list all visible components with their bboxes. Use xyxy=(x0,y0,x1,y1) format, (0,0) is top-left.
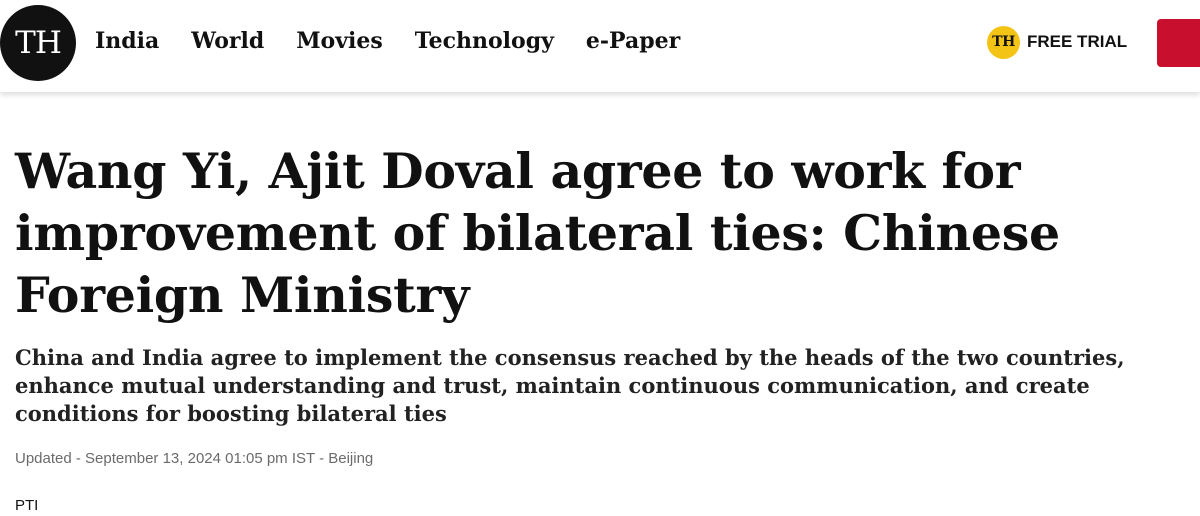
main-nav: India World Movies Technology e-Paper xyxy=(95,26,712,56)
nav-link-technology[interactable]: Technology xyxy=(415,26,554,56)
nav-link-movies[interactable]: Movies xyxy=(296,26,383,56)
th-badge-icon: TH xyxy=(987,25,1020,59)
nav-link-india[interactable]: India xyxy=(95,26,159,56)
site-logo[interactable]: TH xyxy=(0,5,76,81)
subscribe-button[interactable] xyxy=(1157,19,1200,67)
nav-link-world[interactable]: World xyxy=(191,26,264,56)
article-headline: Wang Yi, Ajit Doval agree to work for im… xyxy=(15,142,1060,324)
article-standfirst: China and India agree to implement the c… xyxy=(15,345,1125,426)
free-trial-button[interactable]: TH FREE TRIAL xyxy=(987,25,1128,59)
free-trial-label: FREE TRIAL xyxy=(1027,32,1128,51)
nav-link-epaper[interactable]: e-Paper xyxy=(586,26,680,56)
site-header: TH India World Movies Technology e-Paper… xyxy=(0,0,1200,92)
article-meta: Updated - September 13, 2024 01:05 pm IS… xyxy=(15,450,374,467)
article-byline[interactable]: PTI xyxy=(15,496,1200,516)
article: Wang Yi, Ajit Doval agree to work for im… xyxy=(15,140,1200,516)
